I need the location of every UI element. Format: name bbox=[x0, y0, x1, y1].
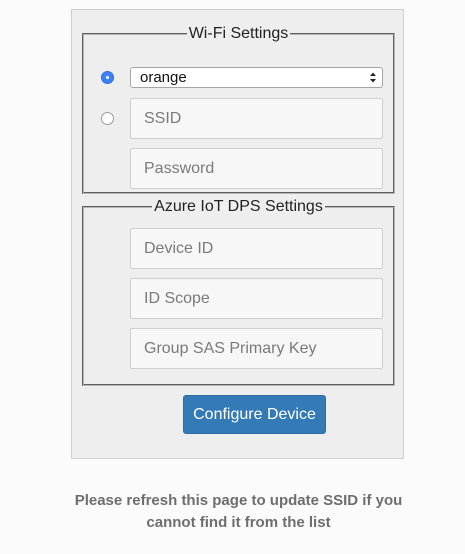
config-form: Wi-Fi Settings orange SSID Password Azur… bbox=[71, 9, 404, 459]
ssid-manual-radio[interactable] bbox=[101, 112, 114, 125]
password-input[interactable]: Password bbox=[130, 148, 383, 189]
wifi-settings-legend: Wi-Fi Settings bbox=[186, 25, 291, 42]
azure-dps-fieldset: Azure IoT DPS Settings Device ID ID Scop… bbox=[82, 198, 395, 386]
azure-dps-legend: Azure IoT DPS Settings bbox=[152, 198, 325, 215]
wifi-settings-fieldset: Wi-Fi Settings orange SSID Password bbox=[82, 25, 395, 194]
ssid-select-value: orange bbox=[140, 69, 187, 86]
ssid-select-radio[interactable] bbox=[101, 71, 114, 84]
select-arrows-icon bbox=[370, 72, 376, 83]
ssid-input[interactable]: SSID bbox=[130, 98, 383, 139]
configure-device-button[interactable]: Configure Device bbox=[183, 395, 326, 434]
sas-key-input[interactable]: Group SAS Primary Key bbox=[130, 328, 383, 369]
refresh-note: Please refresh this page to update SSID … bbox=[74, 492, 403, 531]
ssid-select[interactable]: orange bbox=[130, 67, 383, 88]
device-id-input[interactable]: Device ID bbox=[130, 228, 383, 269]
id-scope-input[interactable]: ID Scope bbox=[130, 278, 383, 319]
